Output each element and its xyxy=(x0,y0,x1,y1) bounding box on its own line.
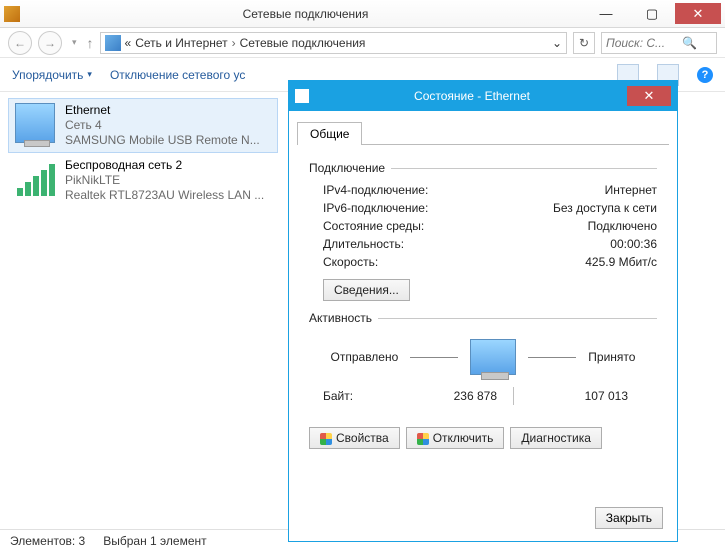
sent-label: Отправлено xyxy=(331,350,399,364)
connection-name: Беспроводная сеть 2 xyxy=(65,158,264,173)
shield-icon xyxy=(320,433,332,445)
breadcrumb-dropdown[interactable]: ⌄ xyxy=(552,36,562,50)
minimize-button[interactable]: — xyxy=(583,3,629,24)
connection-item-ethernet[interactable]: Ethernet Сеть 4 SAMSUNG Mobile USB Remot… xyxy=(8,98,278,153)
received-label: Принято xyxy=(588,350,635,364)
dialog-tabs: Общие xyxy=(297,121,669,145)
breadcrumb-item-1[interactable]: Сеть и Интернет xyxy=(135,36,227,50)
close-dialog-button[interactable]: Закрыть xyxy=(595,507,663,529)
app-icon xyxy=(4,6,20,22)
ethernet-icon xyxy=(15,103,55,143)
tab-general[interactable]: Общие xyxy=(297,122,362,145)
wifi-icon xyxy=(15,158,55,198)
shield-icon xyxy=(417,433,429,445)
duration-label: Длительность: xyxy=(323,237,404,251)
bytes-label: Байт: xyxy=(323,389,399,403)
dialog-title: Состояние - Ethernet xyxy=(317,89,627,103)
status-selection: Выбран 1 элемент xyxy=(103,534,206,548)
ipv4-label: IPv4-подключение: xyxy=(323,183,428,197)
details-button[interactable]: Сведения... xyxy=(323,279,410,301)
connection-network: PikNikLTE xyxy=(65,173,264,188)
status-count: Элементов: 3 xyxy=(10,534,85,548)
search-icon: 🔍 xyxy=(682,36,697,50)
dialog-body: Подключение IPv4-подключение: Интернет IP… xyxy=(289,145,677,459)
nav-up-icon[interactable]: ↑ xyxy=(87,35,94,51)
nav-back-button[interactable]: ← xyxy=(8,31,32,55)
breadcrumb[interactable]: « Сеть и Интернет › Сетевые подключения … xyxy=(100,32,567,54)
speed-value: 425.9 Мбит/с xyxy=(585,255,657,269)
search-box[interactable]: 🔍 xyxy=(601,32,717,54)
group-connection: Подключение xyxy=(309,161,657,175)
connection-item-wireless[interactable]: Беспроводная сеть 2 PikNikLTE Realtek RT… xyxy=(8,153,278,208)
duration-value: 00:00:36 xyxy=(610,237,657,251)
window-title: Сетевые подключения xyxy=(28,7,583,21)
bytes-sent-value: 236 878 xyxy=(399,389,497,403)
ipv4-value: Интернет xyxy=(605,183,657,197)
dialog-titlebar: Состояние - Ethernet ✕ xyxy=(289,81,677,111)
bytes-received-value: 107 013 xyxy=(530,389,628,403)
breadcrumb-sep-1: › xyxy=(232,36,236,50)
search-input[interactable] xyxy=(606,36,678,50)
status-dialog: Состояние - Ethernet ✕ Общие Подключение… xyxy=(288,80,678,542)
organize-menu[interactable]: Упорядочить xyxy=(12,68,92,82)
diagnose-button[interactable]: Диагностика xyxy=(510,427,602,449)
connection-device: SAMSUNG Mobile USB Remote N... xyxy=(65,133,260,148)
refresh-button[interactable]: ↻ xyxy=(573,32,595,54)
group-activity: Активность xyxy=(309,311,657,325)
address-bar: ← → ▾ ↑ « Сеть и Интернет › Сетевые подк… xyxy=(0,28,725,58)
disable-device-button[interactable]: Отключение сетевого ус xyxy=(110,68,245,82)
connection-device: Realtek RTL8723AU Wireless LAN ... xyxy=(65,188,264,203)
speed-label: Скорость: xyxy=(323,255,378,269)
media-label: Состояние среды: xyxy=(323,219,424,233)
dialog-close-button[interactable]: ✕ xyxy=(627,86,671,106)
maximize-button[interactable]: ▢ xyxy=(629,3,675,24)
breadcrumb-lead: « xyxy=(125,36,132,50)
nav-recent-button[interactable]: ▾ xyxy=(68,37,81,48)
help-icon[interactable]: ? xyxy=(697,67,713,83)
media-value: Подключено xyxy=(588,219,657,233)
connection-name: Ethernet xyxy=(65,103,260,118)
window-titlebar: Сетевые подключения — ▢ ✕ xyxy=(0,0,725,28)
activity-icon xyxy=(470,339,516,375)
connection-network: Сеть 4 xyxy=(65,118,260,133)
breadcrumb-item-2[interactable]: Сетевые подключения xyxy=(240,36,366,50)
nav-forward-button[interactable]: → xyxy=(38,31,62,55)
ipv6-value: Без доступа к сети xyxy=(553,201,657,215)
folder-icon xyxy=(105,35,121,51)
close-button[interactable]: ✕ xyxy=(675,3,721,24)
disable-button[interactable]: Отключить xyxy=(406,427,505,449)
ipv6-label: IPv6-подключение: xyxy=(323,201,428,215)
properties-button[interactable]: Свойства xyxy=(309,427,400,449)
dialog-icon xyxy=(295,89,309,103)
